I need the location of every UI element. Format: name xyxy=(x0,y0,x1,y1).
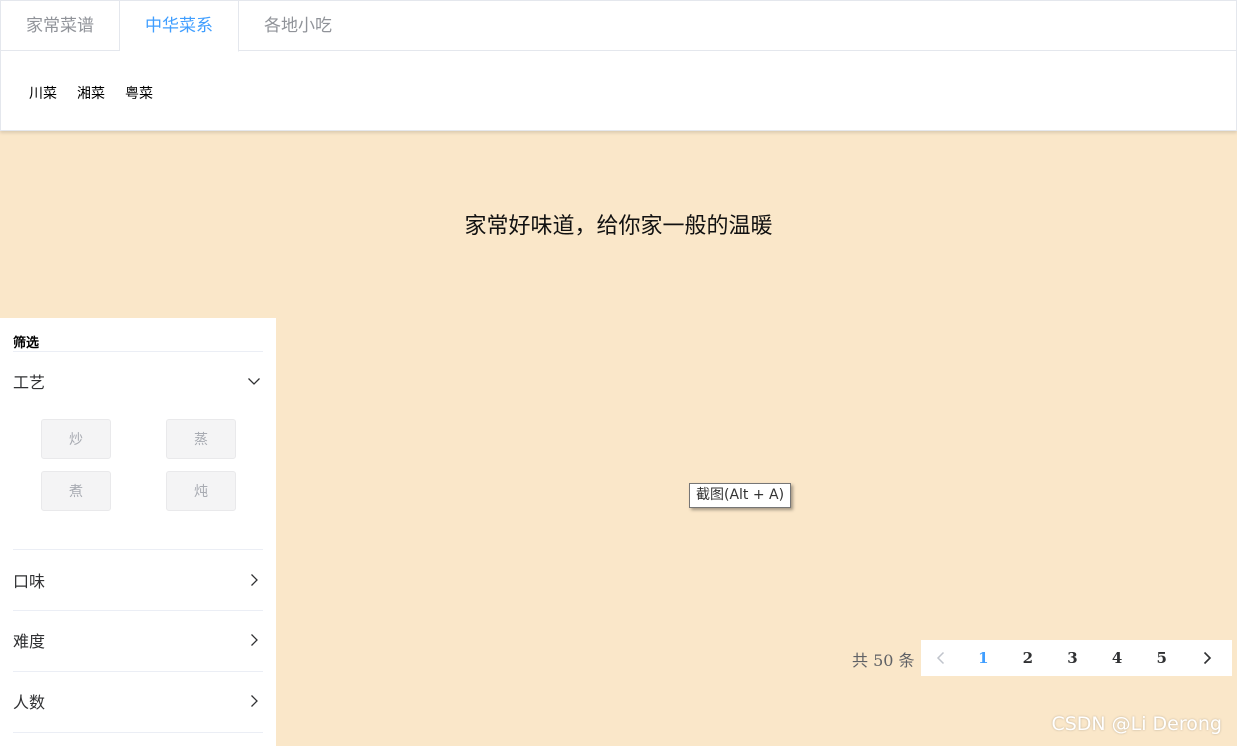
chevron-down-icon xyxy=(245,372,263,390)
section-label: 人数 xyxy=(13,693,46,712)
next-page-button[interactable] xyxy=(1184,640,1231,676)
page-slogan: 家常好味道，给你家一般的温暖 xyxy=(464,214,773,239)
pagination: 1 2 3 4 5 xyxy=(921,640,1232,676)
filter-section-servings[interactable]: 人数 xyxy=(13,686,263,716)
tabs-card: 家常菜谱 中华菜系 各地小吃 川菜 湘菜 粤菜 xyxy=(0,0,1237,131)
chevron-right-icon xyxy=(245,571,263,589)
divider xyxy=(13,549,263,550)
chevron-right-icon xyxy=(245,692,263,710)
page-3-button[interactable]: 3 xyxy=(1050,640,1095,676)
divider xyxy=(13,610,263,611)
pagination-total: 共 50 条 xyxy=(852,651,915,670)
divider xyxy=(13,732,263,733)
page-2-button[interactable]: 2 xyxy=(1006,640,1051,676)
cuisine-item-cantonese[interactable]: 粤菜 xyxy=(125,83,153,103)
chevron-right-icon xyxy=(245,631,263,649)
filter-panel: 筛选 工艺 炒 蒸 煮 炖 口味 难度 人数 xyxy=(0,318,276,746)
cuisine-item-sichuan[interactable]: 川菜 xyxy=(29,83,57,103)
screenshot-tooltip: 截图(Alt + A) xyxy=(689,483,792,508)
page-4-button[interactable]: 4 xyxy=(1095,640,1140,676)
chevron-left-icon xyxy=(936,651,945,665)
page-1-button[interactable]: 1 xyxy=(961,640,1006,676)
page-5-button[interactable]: 5 xyxy=(1139,640,1184,676)
option-steam[interactable]: 蒸 xyxy=(166,419,236,459)
filter-section-flavor[interactable]: 口味 xyxy=(13,565,263,595)
tab-chinese-cuisines[interactable]: 中华菜系 xyxy=(120,1,239,52)
section-label: 口味 xyxy=(13,572,46,591)
tabs-bar: 家常菜谱 中华菜系 各地小吃 xyxy=(1,1,1236,52)
option-boil[interactable]: 煮 xyxy=(41,471,111,511)
option-stew[interactable]: 炖 xyxy=(166,471,236,511)
chevron-right-icon xyxy=(1204,651,1212,665)
filter-section-technique[interactable]: 工艺 xyxy=(13,366,263,396)
tab-home-recipes[interactable]: 家常菜谱 xyxy=(1,1,120,51)
cuisine-item-hunan[interactable]: 湘菜 xyxy=(77,83,105,103)
filter-title: 筛选 xyxy=(13,336,40,351)
watermark: CSDN @Li Derong xyxy=(1051,713,1222,735)
prev-page-button[interactable] xyxy=(921,640,961,676)
divider xyxy=(13,351,263,352)
filter-section-difficulty[interactable]: 难度 xyxy=(13,625,263,655)
cuisine-list: 川菜 湘菜 粤菜 xyxy=(29,83,153,103)
divider xyxy=(13,671,263,672)
option-stir-fry[interactable]: 炒 xyxy=(41,419,111,459)
section-label: 难度 xyxy=(13,632,46,651)
section-label: 工艺 xyxy=(13,373,46,392)
tab-local-snacks[interactable]: 各地小吃 xyxy=(239,1,357,51)
